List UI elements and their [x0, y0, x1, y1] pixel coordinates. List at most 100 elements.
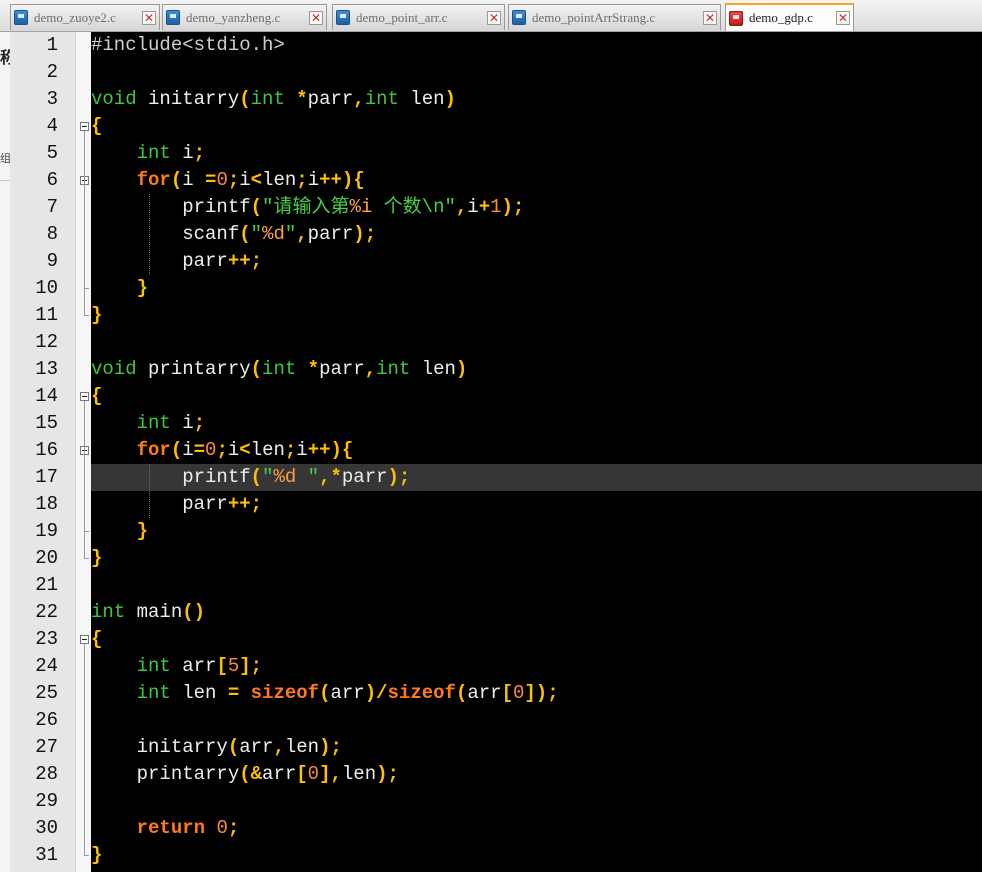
code-line[interactable]: #include<stdio.h>: [91, 32, 285, 59]
c-file-icon: [512, 10, 526, 25]
code-line[interactable]: parr++;: [91, 248, 262, 275]
code-token: ;: [193, 142, 206, 164]
close-tab-icon[interactable]: ✕: [309, 10, 323, 25]
code-token: (: [170, 169, 183, 191]
code-line[interactable]: parr++;: [91, 491, 262, 518]
code-token: int: [364, 88, 399, 110]
fold-toggle-icon[interactable]: [80, 122, 89, 131]
c-file-icon: [166, 10, 180, 25]
code-token: ): [455, 358, 468, 380]
code-line[interactable]: printf("%d ",*parr);: [91, 464, 410, 491]
code-token: ]: [319, 763, 331, 785]
line-number: 19: [35, 520, 58, 542]
code-token: parr: [319, 358, 365, 380]
line-number: 8: [46, 223, 58, 245]
code-line[interactable]: scanf("%d",parr);: [91, 221, 376, 248]
code-token: (: [250, 358, 263, 380]
tab-demo-pointarrstrang-c[interactable]: demo_pointArrStrang.c ✕: [508, 4, 721, 30]
code-line[interactable]: printf("请输入第%i 个数\n",i+1);: [91, 194, 524, 221]
code-token: {: [353, 169, 365, 191]
code-token: ;: [193, 412, 206, 434]
code-token: [: [296, 763, 308, 785]
tab-demo-yanzheng-c[interactable]: demo_yanzheng.c ✕: [162, 4, 327, 30]
background-window-glyph: 称: [0, 50, 10, 67]
fold-toggle-icon[interactable]: [80, 392, 89, 401]
code-line[interactable]: int i;: [91, 410, 205, 437]
line-number: 29: [35, 790, 58, 812]
tab-label: demo_yanzheng.c: [186, 9, 281, 25]
code-line[interactable]: {: [91, 113, 102, 140]
code-token: arr: [262, 763, 297, 785]
code-line[interactable]: int arr[5];: [91, 653, 262, 680]
code-token: printf: [91, 196, 251, 218]
code-line[interactable]: }: [91, 275, 148, 302]
code-token: ): [444, 88, 456, 110]
code-token: len: [250, 439, 285, 461]
fold-end-marker: [84, 288, 89, 289]
code-token: 1: [490, 196, 502, 218]
line-number: 31: [35, 844, 58, 866]
code-token: ): [364, 682, 377, 704]
line-number: 27: [35, 736, 58, 758]
code-line[interactable]: }: [91, 302, 102, 329]
code-token: int: [91, 601, 126, 623]
code-token: void: [91, 88, 137, 110]
code-token: ;: [387, 763, 399, 785]
code-line[interactable]: }: [91, 518, 148, 545]
line-number: 16: [35, 439, 58, 461]
code-line[interactable]: int i;: [91, 140, 205, 167]
code-token: /: [376, 682, 388, 704]
code-line[interactable]: return 0;: [91, 815, 240, 842]
code-line[interactable]: printarry(&arr[0],len);: [91, 761, 399, 788]
line-number: 30: [35, 817, 58, 839]
code-line[interactable]: for(i =0;i<len;i++){: [91, 167, 365, 194]
line-number: 20: [35, 547, 58, 569]
close-tab-icon[interactable]: ✕: [487, 10, 501, 25]
code-line[interactable]: {: [91, 626, 102, 653]
code-token: (: [319, 682, 331, 704]
line-number: 21: [35, 574, 58, 596]
tab-demo-point-arr-c[interactable]: demo_point_arr.c ✕: [332, 4, 505, 30]
fold-range-line: [84, 644, 85, 855]
code-line[interactable]: for(i=0;i<len;i++){: [91, 437, 354, 464]
code-token: =: [227, 682, 240, 704]
close-tab-icon[interactable]: ✕: [142, 10, 156, 25]
code-token: len: [398, 88, 445, 110]
code-line[interactable]: int len = sizeof(arr)/sizeof(arr[0]);: [91, 680, 559, 707]
tab-label: demo_gdp.c: [749, 10, 813, 25]
code-token: "请输入第: [262, 196, 350, 218]
code-token: #include<stdio.h>: [91, 34, 285, 56]
code-token: ,: [273, 736, 285, 758]
code-token: {: [341, 439, 354, 461]
code-token: i: [467, 196, 479, 218]
code-line[interactable]: void initarry(int *parr,int len): [91, 86, 456, 113]
code-line[interactable]: initarry(arr,len);: [91, 734, 342, 761]
code-token: 5: [227, 655, 240, 677]
close-tab-icon[interactable]: ✕: [703, 10, 717, 25]
code-token: =: [193, 439, 206, 461]
close-tab-icon[interactable]: ✕: [836, 11, 850, 25]
tab-label: demo_zuoye2.c: [34, 9, 116, 25]
code-token: len: [284, 736, 320, 758]
tab-demo-gdp-c[interactable]: demo_gdp.c ✕: [725, 3, 854, 31]
code-line[interactable]: }: [91, 842, 102, 869]
fold-toggle-icon[interactable]: [80, 635, 89, 644]
code-token: (: [239, 88, 251, 110]
code-line[interactable]: }: [91, 545, 102, 572]
code-token: ]: [239, 655, 251, 677]
code-token: i: [170, 412, 194, 434]
tab-demo-zuoye2-c[interactable]: demo_zuoye2.c ✕: [10, 4, 160, 30]
code-line[interactable]: int main(): [91, 599, 205, 626]
code-line[interactable]: {: [91, 383, 102, 410]
code-token: scanf: [91, 223, 240, 245]
code-line[interactable]: void printarry(int *parr,int len): [91, 356, 467, 383]
code-token: ;: [330, 736, 342, 758]
code-token: ,: [319, 466, 331, 488]
code-token: ;: [547, 682, 559, 704]
code-token: }: [91, 304, 103, 326]
